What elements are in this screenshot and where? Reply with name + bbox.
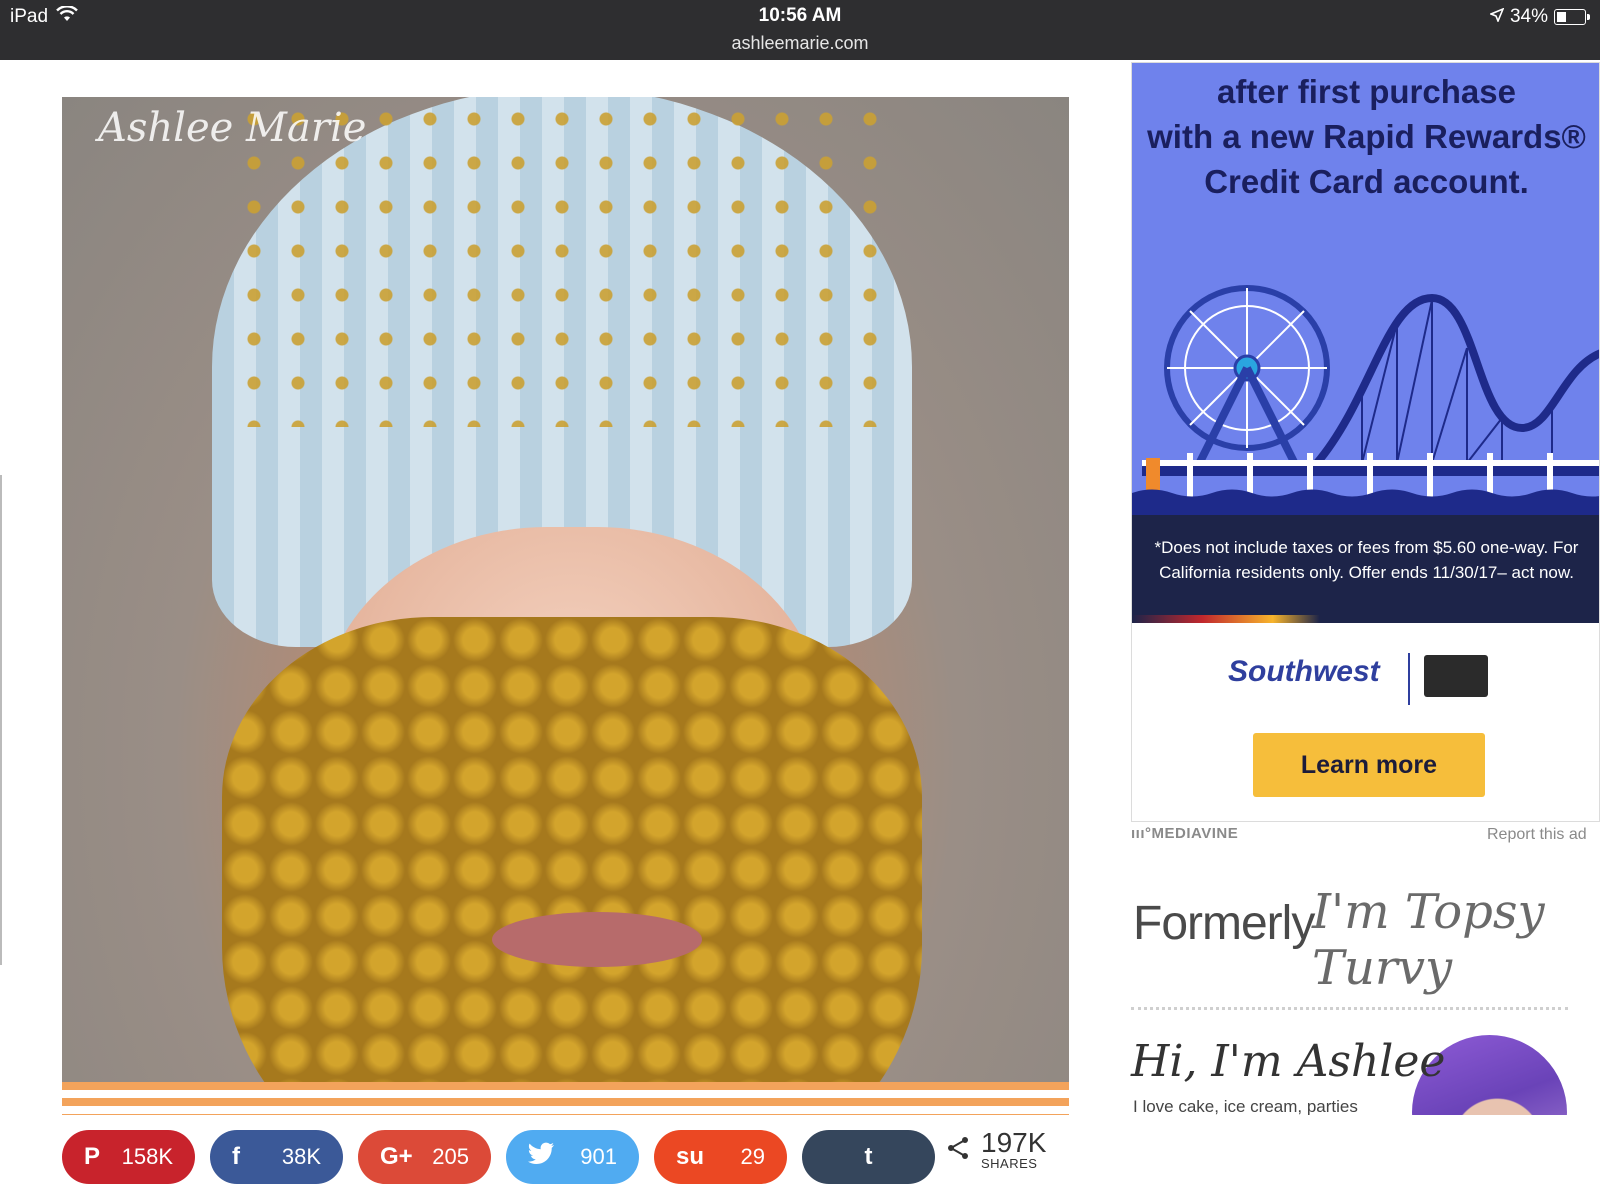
amusement-park-illustration <box>1132 285 1599 518</box>
share-count: 205 <box>432 1144 469 1169</box>
stumbleupon-icon: su <box>676 1143 705 1170</box>
ad-disclaimer: *Does not include taxes or fees from $5.… <box>1132 515 1599 615</box>
share-button-pinterest[interactable]: P 158K <box>62 1130 195 1184</box>
share-button-google-plus[interactable]: G+ 205 <box>358 1130 491 1184</box>
status-center: 10:56 AM ashleemarie.com <box>0 5 1600 54</box>
share-total-count: 197K <box>981 1127 1047 1158</box>
mediavine-icon: ııı° <box>1131 825 1152 842</box>
report-ad-link[interactable]: Report this ad <box>1487 826 1587 844</box>
ad-headline-line: Credit Card account. <box>1204 163 1529 200</box>
share-total[interactable]: 197K SHARES <box>945 1127 1047 1172</box>
share-count: 158K <box>121 1144 173 1169</box>
twitter-icon <box>528 1142 568 1173</box>
ad-stripe <box>1132 615 1599 623</box>
share-count: 38K <box>281 1144 321 1169</box>
viewport-cutoff <box>1131 1115 1600 1200</box>
pinterest-icon: P <box>84 1143 101 1170</box>
address-url[interactable]: ashleemarie.com <box>0 33 1600 54</box>
learn-more-button[interactable]: Learn more <box>1253 733 1485 797</box>
credit-card-icon <box>1424 655 1488 697</box>
location-arrow-icon <box>1488 6 1505 28</box>
battery-percent: 34% <box>1509 6 1548 27</box>
southwest-ad[interactable]: after first purchase with a new Rapid Re… <box>1131 62 1600 822</box>
left-divider <box>0 475 2 965</box>
shirt-stripes <box>62 1082 1069 1115</box>
tumblr-icon: t <box>864 1143 873 1170</box>
formerly-label: Formerly <box>1133 897 1315 950</box>
share-button-tumblr[interactable]: t <box>802 1130 935 1184</box>
share-count: 29 <box>740 1144 765 1169</box>
ad-banner: after first purchase with a new Rapid Re… <box>1132 63 1599 518</box>
ad-headline-line: after first purchase <box>1217 73 1516 110</box>
dotted-divider <box>1131 1007 1568 1010</box>
author-intro: I love cake, ice cream, parties <box>1133 1097 1358 1116</box>
battery-icon <box>1554 9 1590 25</box>
hero-image[interactable]: Ashlee Marie <box>62 97 1069 1115</box>
watermark: Ashlee Marie <box>98 105 367 151</box>
former-blog-name: I'm Topsy Turvy <box>1312 884 1545 996</box>
ad-divider <box>1408 653 1410 705</box>
status-right: 34% <box>1488 6 1590 28</box>
share-count: 901 <box>580 1144 617 1169</box>
share-button-stumbleupon[interactable]: su 29 <box>654 1130 787 1184</box>
southwest-logo: Southwest <box>1228 655 1380 688</box>
ad-headline: after first purchase with a new Rapid Re… <box>1132 69 1599 204</box>
ad-headline-line: with a new Rapid Rewards® <box>1147 118 1586 155</box>
mediavine-label: ııı°MEDIAVINE <box>1131 825 1238 842</box>
beard-shape <box>222 617 922 1115</box>
share-button-facebook[interactable]: f 38K <box>210 1130 343 1184</box>
facebook-icon: f <box>232 1143 240 1170</box>
mouth-shape <box>492 912 702 967</box>
google-plus-icon: G+ <box>380 1143 413 1170</box>
clock: 10:56 AM <box>758 5 842 26</box>
share-icon <box>945 1135 971 1166</box>
share-total-text: 197K SHARES <box>981 1127 1047 1172</box>
share-button-twitter[interactable]: 901 <box>506 1130 639 1184</box>
share-total-label: SHARES <box>981 1156 1038 1171</box>
author-greeting: Hi, I'm Ashlee <box>1131 1036 1446 1087</box>
mediavine-text: MEDIAVINE <box>1151 825 1239 842</box>
status-bar: iPad 10:56 AM ashleemarie.com 34% <box>0 0 1600 60</box>
